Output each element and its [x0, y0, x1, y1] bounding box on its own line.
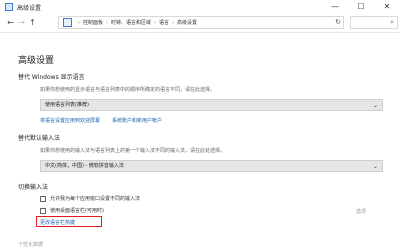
apply-welcome-screen-link[interactable]: 将语言设置应用到欢迎屏幕 [40, 117, 100, 124]
breadcrumb-separator: › [172, 19, 175, 26]
input-method-select[interactable]: 中文(简体，中国) - 微软拼音输入法 ⌄ [40, 160, 383, 172]
desktop-language-bar-checkbox[interactable] [40, 207, 46, 214]
switch-input-title: 切换输入法 [18, 184, 49, 191]
address-bar: ← → ↑ › 控制面板 › 时钟、语言和区域 › 语言 › 高级设置 ↻ ⌕ [0, 14, 400, 33]
per-app-input-label: 允许我为每个应用窗口设置不同的输入法 [50, 196, 141, 202]
display-language-description: 如果你想使用的显示语言与语言列表中的顺序所确定的语言不同，请在此选择。 [40, 87, 216, 93]
back-arrow-icon[interactable]: ← [5, 16, 16, 30]
breadcrumb-separator: › [154, 19, 157, 26]
search-input[interactable]: ⌕ [350, 16, 398, 29]
per-app-input-checkbox-row[interactable]: 允许我为每个应用窗口设置不同的输入法 [40, 195, 140, 202]
main-content: 高级设置 替代 Windows 显示语言 如果你想使用的显示语言与语言列表中的顺… [0, 33, 400, 248]
window-title: 高级设置 [17, 4, 42, 12]
display-language-select[interactable]: 使用语言列表(推荐) ⌄ [40, 99, 383, 111]
system-accounts-link[interactable]: 系统账户和新用户帐户 [112, 117, 162, 124]
display-language-select-value: 使用语言列表(推荐) [45, 102, 89, 108]
maximize-button[interactable]: ☐ [348, 0, 374, 14]
breadcrumb-item-language[interactable]: 语言 [159, 19, 169, 26]
input-method-title: 替代默认输入法 [18, 135, 61, 142]
change-hotkeys-link[interactable]: 更改语言栏热键 [40, 219, 75, 226]
breadcrumb-item-clock-language-region[interactable]: 时钟、语言和区域 [111, 19, 151, 26]
chevron-down-icon: ⌄ [372, 163, 378, 170]
close-button[interactable]: ✕ [374, 0, 400, 14]
window-controls: — ☐ ✕ [322, 0, 400, 14]
display-language-title: 替代 Windows 显示语言 [18, 74, 85, 81]
breadcrumb-item-control-panel[interactable]: 控制面板 [83, 19, 103, 26]
breadcrumb-item-advanced-settings[interactable]: 高级设置 [177, 19, 197, 26]
title-bar: 高级设置 — ☐ ✕ [0, 0, 400, 14]
breadcrumb[interactable]: › 控制面板 › 时钟、语言和区域 › 语言 › 高级设置 ↻ [58, 16, 344, 29]
minimize-button[interactable]: — [322, 0, 348, 14]
breadcrumb-separator: › [106, 19, 109, 26]
forward-arrow-icon[interactable]: → [16, 16, 27, 30]
input-method-select-value: 中文(简体，中国) - 微软拼音输入法 [45, 163, 124, 169]
refresh-icon[interactable]: ↻ [335, 17, 341, 28]
desktop-language-bar-label: 使用桌面语言栏(可用时) [50, 208, 104, 214]
personalization-data-title: 个性化数据 [18, 242, 44, 248]
chevron-down-icon: ⌄ [372, 102, 378, 109]
up-arrow-icon[interactable]: ↑ [27, 16, 38, 30]
desktop-language-bar-checkbox-row[interactable]: 使用桌面语言栏(可用时) [40, 207, 104, 214]
page-title: 高级设置 [18, 56, 55, 66]
input-method-description: 如果你想使用的输入法与语言列表上的第一个输入法不同的输入法，请在此处选择。 [40, 148, 226, 154]
language-bar-options-link[interactable]: 选项 [356, 208, 366, 215]
per-app-input-checkbox[interactable] [40, 195, 46, 202]
search-icon[interactable]: ⌕ [390, 18, 394, 27]
control-panel-icon [63, 18, 72, 27]
control-panel-icon [5, 3, 13, 11]
breadcrumb-separator: › [78, 19, 80, 26]
